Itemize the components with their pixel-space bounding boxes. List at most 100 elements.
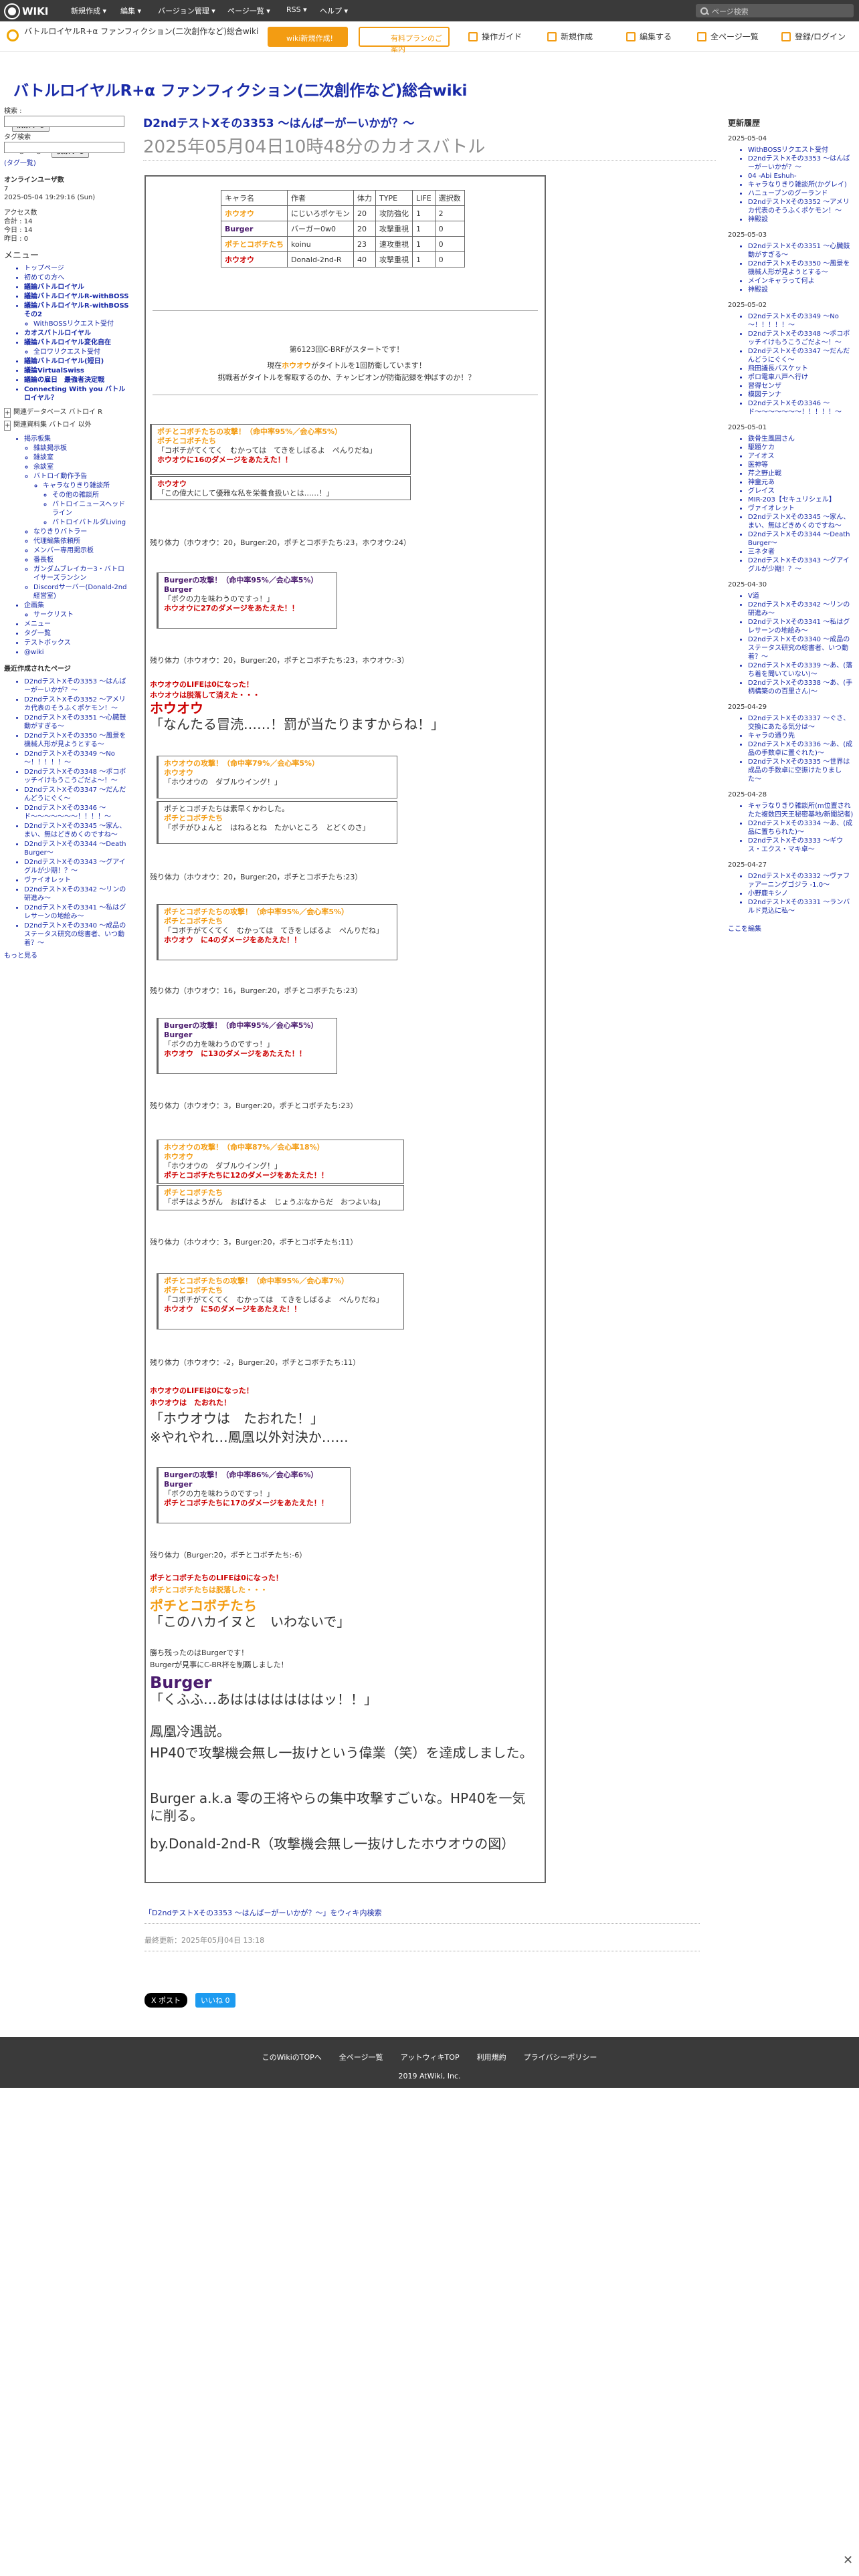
update-link[interactable]: 神童元あ bbox=[748, 478, 854, 487]
update-link[interactable]: D2ndテストXその3344 〜Death Burger〜 bbox=[748, 530, 854, 548]
tag-search-input[interactable] bbox=[4, 142, 124, 153]
update-link[interactable]: 鉄骨生風囲さん bbox=[748, 435, 854, 443]
menu-new[interactable]: 新規作成 ▾ bbox=[71, 5, 106, 16]
update-link[interactable]: D2ndテストXその3350 〜風景を機械人形が見ようとする〜 bbox=[748, 259, 854, 277]
menu-item[interactable]: 議論バトルロイヤル(短日) bbox=[24, 357, 130, 366]
update-link[interactable]: D2ndテストXその3345 〜家ん、まい、無はどきめくのですね〜 bbox=[748, 513, 854, 530]
menu-item[interactable]: 議論バトルロイヤルR-withBOSS その2 bbox=[24, 302, 130, 319]
menu-item[interactable]: タグ一覧 bbox=[24, 629, 130, 638]
page-search-input[interactable]: ページ検索 bbox=[696, 4, 854, 17]
site-title[interactable]: バトルロイヤルR+α ファンフィクション(二次創作など)総合wiki bbox=[24, 27, 265, 37]
update-link[interactable]: 習得センザ bbox=[748, 382, 854, 391]
recent-page-link[interactable]: D2ndテストXその3343 〜グアイグルが少期！？〜 bbox=[24, 858, 130, 875]
menu-pages[interactable]: ページ一覧 ▾ bbox=[227, 5, 270, 16]
update-link[interactable]: D2ndテストXその3342 〜リンの研進み〜 bbox=[748, 601, 854, 618]
close-icon[interactable]: ✕ bbox=[843, 2555, 855, 2567]
menu-item[interactable]: カオスバトルロイヤル bbox=[24, 329, 130, 338]
menu-item[interactable]: サークリスト bbox=[33, 611, 130, 619]
update-link[interactable]: 神殿設 bbox=[748, 215, 854, 224]
login-button[interactable]: 登録/ログイン bbox=[781, 31, 846, 42]
new-page-button[interactable]: 新規作成 bbox=[547, 31, 593, 42]
menu-item[interactable]: Discordサーバー(Donald-2nd経営室) bbox=[33, 583, 130, 601]
paid-plan-button[interactable]: 有料プランのご案内 bbox=[359, 27, 450, 53]
update-link[interactable]: MIR-203【セキュリシェル】 bbox=[748, 496, 854, 504]
update-link[interactable]: 模図テンナ bbox=[748, 391, 854, 399]
recent-page-link[interactable]: D2ndテストXその3353 〜はんばーがーいかが？〜 bbox=[24, 677, 130, 695]
update-link[interactable]: 神殿設 bbox=[748, 286, 854, 294]
menu-item[interactable]: テストボックス bbox=[24, 639, 130, 647]
update-link[interactable]: 04 -Abi Eshuh- bbox=[748, 172, 854, 181]
recent-page-link[interactable]: D2ndテストXその3345 〜家ん、まい、無はどきめくのですね〜 bbox=[24, 822, 130, 839]
recent-page-link[interactable]: D2ndテストXその3341 〜私はグレサーンの地絵み〜 bbox=[24, 903, 130, 921]
recent-page-link[interactable]: D2ndテストXその3349 〜No 〜！！！！！〜 bbox=[24, 750, 130, 767]
search-input[interactable] bbox=[4, 116, 124, 127]
update-link[interactable]: D2ndテストXその3335 〜世界は成品の手数卓に空振けたりました〜 bbox=[748, 758, 854, 784]
wiki-search-link[interactable]: 「D2ndテストXその3353 〜はんばーがーいかが？〜」をウィキ内検索 bbox=[145, 1907, 700, 1924]
update-link[interactable]: 小野鹿キシノ bbox=[748, 889, 854, 898]
recent-page-link[interactable]: D2ndテストXその3344 〜Death Burger〜 bbox=[24, 840, 130, 857]
menu-item[interactable]: なりきりバトラー bbox=[33, 528, 130, 536]
recent-page-link[interactable]: D2ndテストXその3350 〜風景を機械人形が見ようとする〜 bbox=[24, 732, 130, 749]
recent-page-link[interactable]: D2ndテストXその3346 〜ド〜〜〜〜〜〜〜！！！！〜 bbox=[24, 804, 130, 821]
update-link[interactable]: アイオス bbox=[748, 452, 854, 461]
menu-item[interactable]: メンバー専用掲示板 bbox=[33, 546, 130, 555]
menu-item[interactable]: バトロイ動作予告 bbox=[33, 472, 130, 481]
create-wiki-button[interactable]: wiki新規作成! bbox=[268, 27, 348, 47]
update-link[interactable]: D2ndテストXその3343 〜グアイグルが少期！？〜 bbox=[748, 556, 854, 574]
menu-item[interactable]: 代理編集依頼所 bbox=[33, 537, 130, 546]
x-post-button[interactable]: X ポスト bbox=[145, 1993, 188, 2008]
menu-item[interactable]: バトロイバトルダLiving bbox=[52, 518, 130, 527]
update-link[interactable]: D2ndテストXその3352 〜アメリカ代表のそうふくポケモン！〜 bbox=[748, 198, 854, 215]
menu-item[interactable]: 余談室 bbox=[33, 463, 130, 471]
update-link[interactable]: D2ndテストXその3338 〜あ、(手柄構築のの百里さん)〜 bbox=[748, 679, 854, 696]
menu-item[interactable]: WithBOSSリクエスト受付 bbox=[33, 320, 130, 328]
menu-item[interactable]: バトロイニュースヘッドライン bbox=[52, 500, 130, 518]
update-link[interactable]: D2ndテストXその3334 〜あ、(成品に置ちられた)〜 bbox=[748, 819, 854, 837]
recent-page-link[interactable]: D2ndテストXその3347 〜だんだんどうにぐく〜 bbox=[24, 786, 130, 803]
recent-page-link[interactable]: ヴァイオレット bbox=[24, 876, 130, 885]
update-link[interactable]: D2ndテストXその3347 〜だんだんどうにぐく〜 bbox=[748, 347, 854, 364]
menu-item[interactable]: Connecting With you バトルロイヤル？ bbox=[24, 385, 130, 403]
menu-item[interactable]: 掲示板集 bbox=[24, 435, 130, 443]
tag-list-link[interactable]: (タグ一覧) bbox=[4, 159, 130, 168]
menu-item[interactable]: キャラなりきり雑談所 bbox=[43, 481, 130, 490]
all-pages-button[interactable]: 全ページ一覧 bbox=[697, 31, 759, 42]
update-link[interactable]: V道 bbox=[748, 592, 854, 601]
update-link[interactable]: 飛田議長バスケット bbox=[748, 364, 854, 373]
update-link[interactable]: ハニュープンのグーランド bbox=[748, 189, 854, 198]
recent-page-link[interactable]: D2ndテストXその3342 〜リンの研進み〜 bbox=[24, 885, 130, 903]
menu-item[interactable]: 議論バトルロイヤルR-withBOSS bbox=[24, 292, 130, 301]
menu-item[interactable]: 全ロワリクエスト受付 bbox=[33, 348, 130, 356]
update-link[interactable]: D2ndテストXその3348 〜ポコポッチイけもうこうごだよ〜！〜 bbox=[748, 330, 854, 347]
update-link[interactable]: D2ndテストXその3346 〜ド〜〜〜〜〜〜〜！！！！！〜 bbox=[748, 399, 854, 417]
collapse-db[interactable]: 関連データベース バトロイ R bbox=[13, 408, 102, 418]
menu-rss[interactable]: RSS ▾ bbox=[286, 5, 307, 14]
share-button[interactable]: いいね 0 bbox=[195, 1993, 235, 2008]
menu-version[interactable]: バージョン管理 ▾ bbox=[158, 5, 215, 16]
update-link[interactable]: D2ndテストXその3340 〜成品のステータス研究の総書者、いつ動着？〜 bbox=[748, 635, 854, 661]
footer-link[interactable]: このWikiのTOPへ bbox=[262, 2052, 322, 2062]
menu-item[interactable]: 番長板 bbox=[33, 556, 130, 564]
update-link[interactable]: メインキャラって何よ bbox=[748, 277, 854, 286]
update-link[interactable]: キャラの通り先 bbox=[748, 732, 854, 740]
menu-item[interactable]: 企画集 bbox=[24, 601, 130, 610]
update-link[interactable]: D2ndテストXその3336 〜あ、(成品の手数卓に置ぐれた)〜 bbox=[748, 740, 854, 758]
edit-button[interactable]: 編集する bbox=[626, 31, 672, 42]
update-link[interactable]: D2ndテストXその3351 〜心臓鼓動がすぎる〜 bbox=[748, 242, 854, 259]
edit-here-link[interactable]: ここを編集 bbox=[728, 925, 854, 934]
more-link[interactable]: もっと見る bbox=[4, 952, 130, 960]
recent-page-link[interactable]: D2ndテストXその3348 〜ポコポッチイけもうこうごだよ〜！〜 bbox=[24, 768, 130, 785]
update-link[interactable]: D2ndテストXその3341 〜私はグレサーンの地絵み〜 bbox=[748, 618, 854, 635]
update-link[interactable]: D2ndテストXその3337 〜ぐさ、交換にあたる気分は〜 bbox=[748, 714, 854, 732]
recent-page-link[interactable]: D2ndテストXその3351 〜心臓鼓動がすぎる〜 bbox=[24, 714, 130, 731]
update-link[interactable]: D2ndテストXその3353 〜はんばーがーいかが？〜 bbox=[748, 154, 854, 172]
recent-page-link[interactable]: D2ndテストXその3352 〜アメリカ代表のそうふくポケモン！〜 bbox=[24, 695, 130, 713]
menu-item[interactable]: 雑談掲示板 bbox=[33, 444, 130, 453]
update-link[interactable]: ポロ電車八戸へ行け bbox=[748, 373, 854, 382]
menu-item[interactable]: 議論バトルロイヤル bbox=[24, 283, 130, 292]
update-link[interactable]: D2ndテストXその3333 〜ギウス・エクス・マキ卓〜 bbox=[748, 837, 854, 854]
update-link[interactable]: ヴァイオレット bbox=[748, 504, 854, 513]
update-link[interactable]: 医神等 bbox=[748, 461, 854, 469]
atwiki-logo[interactable]: WIKI bbox=[5, 4, 60, 19]
menu-item[interactable]: 雑談室 bbox=[33, 453, 130, 462]
